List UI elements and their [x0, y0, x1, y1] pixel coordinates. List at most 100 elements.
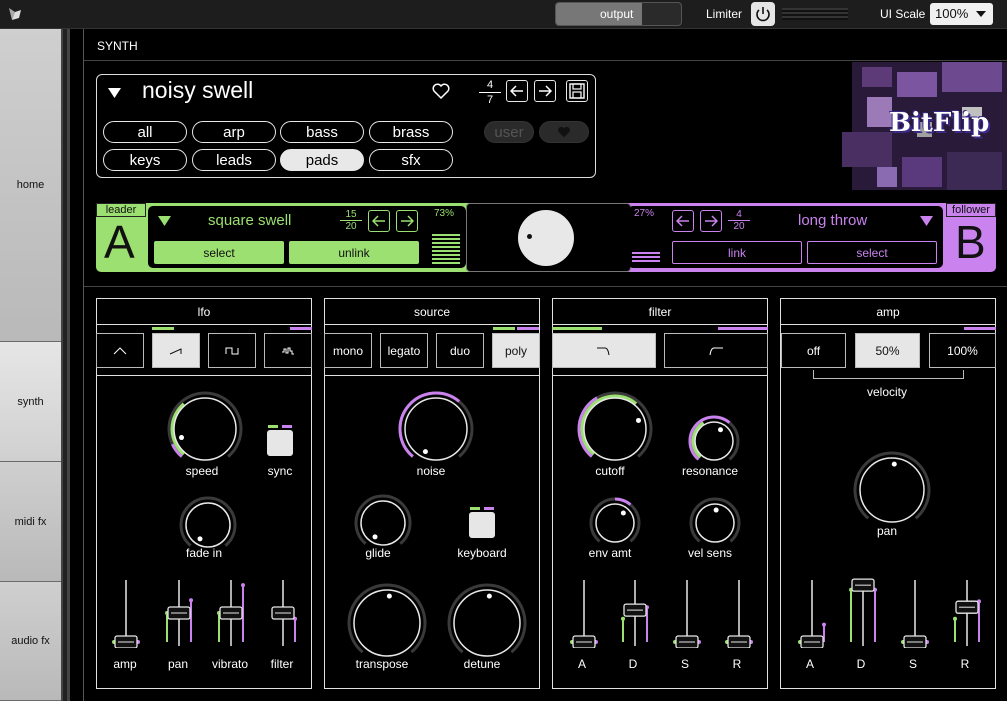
amp-attack-slider[interactable] [798, 578, 826, 653]
sidebar-item-label: midi fx [14, 515, 47, 528]
lfo-amp-slider[interactable] [112, 578, 140, 653]
source-detune-knob[interactable] [446, 582, 528, 669]
source-transpose-knob[interactable] [346, 582, 428, 669]
lowpass-leader-marker [552, 327, 602, 330]
amp-pan-knob[interactable] [852, 450, 932, 535]
divider [84, 60, 1007, 61]
lfo-shape-triangle[interactable] [96, 333, 144, 368]
lfo-amp-label: amp [113, 657, 137, 671]
page-denominator: 7 [486, 94, 494, 106]
lfo-speed-knob[interactable] [166, 390, 244, 473]
favorites-filter-button[interactable] [539, 121, 589, 143]
source-mode-legato[interactable]: legato [380, 333, 428, 368]
leader-next-button[interactable] [396, 210, 418, 232]
leader-unlink-button[interactable]: unlink [289, 241, 419, 264]
velocity-follower-marker [964, 327, 996, 330]
follower-select-button[interactable]: select [807, 241, 937, 264]
lfo-shape-saw[interactable] [152, 333, 200, 368]
divider [552, 375, 768, 376]
lfo-pan-slider[interactable] [165, 578, 193, 653]
amp-attack-label: A [805, 657, 814, 671]
category-label: all [137, 123, 153, 141]
ui-scale-select[interactable]: 100% [930, 3, 993, 25]
category-bass[interactable]: bass [280, 121, 364, 143]
square-wave-icon [225, 347, 239, 354]
sidebar-item-audio-fx[interactable]: audio fx [0, 582, 61, 701]
filter-cutoff-knob[interactable] [576, 390, 654, 473]
filter-type-lowpass[interactable] [552, 333, 656, 368]
follower-next-button[interactable] [700, 210, 722, 232]
category-leads[interactable]: leads [192, 149, 276, 171]
lfo-shape-random[interactable] [264, 333, 312, 368]
leader-select-button[interactable]: select [154, 241, 284, 264]
save-preset-button[interactable] [566, 80, 588, 102]
filter-type-highpass[interactable] [664, 333, 768, 368]
lfo-title: lfo [197, 305, 211, 319]
velocity-off-button[interactable]: off [781, 333, 846, 368]
lfo-vibrato-slider[interactable] [217, 578, 245, 653]
filter-resonance-label: resonance [681, 464, 739, 478]
prev-preset-button[interactable] [506, 80, 528, 102]
filter-decay-slider[interactable] [621, 578, 649, 653]
source-noise-knob[interactable] [397, 390, 475, 473]
leader-numerator: 15 [345, 209, 357, 220]
source-mode-poly[interactable]: poly [492, 333, 540, 368]
lfo-shape-square[interactable] [208, 333, 256, 368]
amp-sustain-slider[interactable] [901, 578, 929, 653]
sidebar-item-label: synth [17, 395, 44, 408]
filter-attack-slider[interactable] [570, 578, 598, 653]
follower-preset-name[interactable]: long throw [798, 212, 867, 229]
lfo-filter-label: filter [270, 657, 294, 671]
morph-knob[interactable] [518, 210, 574, 266]
arrow-right-icon [401, 215, 414, 227]
amp-release-slider[interactable] [953, 578, 981, 653]
lfo-filter-slider[interactable] [269, 578, 297, 653]
amp-decay-slider[interactable] [849, 578, 877, 653]
source-mode-duo[interactable]: duo [436, 333, 484, 368]
ui-scale-value: 100% [935, 6, 969, 21]
leader-select-label: select [203, 245, 235, 260]
sidebar-item-home[interactable]: home [0, 29, 61, 342]
next-preset-button[interactable] [534, 80, 556, 102]
mode-label: duo [449, 343, 471, 358]
filter-sustain-slider[interactable] [673, 578, 701, 653]
source-keyboard-toggle[interactable] [469, 512, 495, 538]
arrow-left-icon [510, 85, 523, 97]
leader-dropdown-icon[interactable] [158, 216, 171, 226]
preset-name[interactable]: noisy swell [142, 77, 253, 104]
arrow-left-icon [372, 215, 385, 227]
limiter-power-button[interactable] [751, 2, 775, 26]
output-meter[interactable]: output [555, 2, 682, 26]
sidebar-item-synth[interactable]: synth [0, 342, 61, 462]
follower-link-button[interactable]: link [672, 241, 802, 264]
app-logo-icon[interactable] [6, 5, 24, 23]
logo-text: BitFlip [889, 108, 990, 138]
velocity-100-button[interactable]: 100% [929, 333, 996, 368]
category-label: brass [392, 123, 430, 141]
velocity-option-label: off [806, 343, 821, 358]
heart-icon[interactable] [432, 83, 450, 99]
category-keys[interactable]: keys [103, 149, 187, 171]
user-filter-button[interactable]: user [484, 121, 534, 143]
category-sfx[interactable]: sfx [369, 149, 453, 171]
category-arp[interactable]: arp [192, 121, 276, 143]
top-bar: output Limiter UI Scale 100% [0, 0, 1007, 29]
leader-prev-button[interactable] [368, 210, 390, 232]
follower-dropdown-icon[interactable] [920, 216, 933, 226]
source-mode-mono[interactable]: mono [324, 333, 372, 368]
velocity-50-button[interactable]: 50% [855, 333, 920, 368]
category-brass[interactable]: brass [369, 121, 453, 143]
category-pads[interactable]: pads [280, 149, 364, 171]
follower-tag: follower [946, 203, 996, 217]
sidebar-item-midi-fx[interactable]: midi fx [0, 462, 61, 582]
follower-prev-button[interactable] [672, 210, 694, 232]
lfo-speed-label: speed [185, 464, 219, 478]
triangle-wave-icon [113, 346, 127, 354]
lfo-sync-toggle[interactable] [267, 430, 293, 456]
sidebar-scroll-track[interactable] [63, 29, 67, 701]
preset-dropdown-icon[interactable] [108, 88, 121, 98]
filter-decay-label: D [628, 657, 638, 671]
category-all[interactable]: all [103, 121, 187, 143]
leader-preset-name[interactable]: square swell [208, 212, 291, 229]
filter-release-slider[interactable] [725, 578, 753, 653]
